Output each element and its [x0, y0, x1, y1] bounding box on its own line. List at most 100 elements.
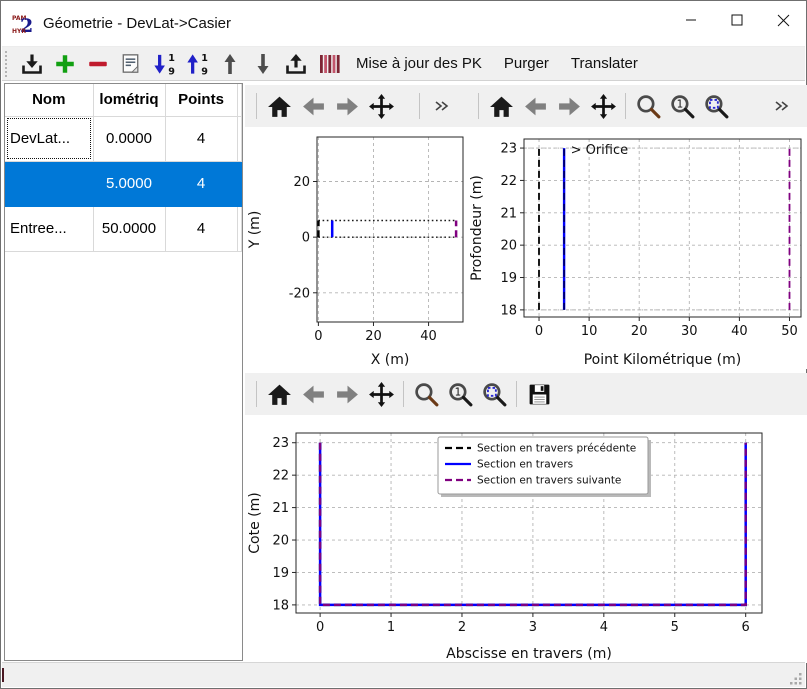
section-nav-toolbar: 1: [245, 373, 807, 415]
forward-icon: [335, 382, 360, 407]
svg-text:Section en travers: Section en travers: [477, 459, 573, 471]
table-cell[interactable]: 4: [165, 161, 237, 206]
toolbar-grip[interactable]: [5, 51, 11, 77]
maximize-button[interactable]: [714, 1, 760, 39]
pan-button[interactable]: [364, 89, 398, 123]
geometry-table-panel: NomlométriqPoints DevLat...0.000045.0000…: [4, 83, 243, 661]
forward-icon: [557, 94, 582, 119]
export-button[interactable]: [279, 48, 312, 79]
zoom-fit-icon: [481, 381, 508, 408]
back-button[interactable]: [296, 89, 330, 123]
close-button[interactable]: [760, 1, 806, 39]
home-button[interactable]: [262, 89, 296, 123]
plan-nav-toolbar: [245, 85, 467, 127]
forward-icon: [335, 94, 360, 119]
more-button[interactable]: [425, 89, 459, 123]
translater-button[interactable]: Translater: [560, 48, 649, 79]
table-cell-filler: [237, 161, 242, 206]
section-figure: 1 0123456181920212223Abscisse en travers…: [245, 373, 807, 663]
main-toolbar: 1 9 1 9: [2, 46, 805, 81]
svg-text:Cote (m): Cote (m): [247, 492, 263, 553]
back-button[interactable]: [518, 89, 552, 123]
column-header-2[interactable]: Points: [165, 84, 237, 116]
table-cell[interactable]: Entree...: [5, 206, 93, 251]
table-cell[interactable]: 50.0000: [93, 206, 165, 251]
table-cell[interactable]: DevLat...: [5, 116, 93, 161]
update-pk-button[interactable]: [312, 48, 345, 79]
more-button[interactable]: [765, 89, 799, 123]
forward-button[interactable]: [552, 89, 586, 123]
svg-text:23: 23: [500, 142, 517, 157]
table-row[interactable]: 5.00004: [5, 161, 242, 206]
plan-view-plot[interactable]: 02040-20020X (m)Y (m): [245, 127, 467, 369]
weir-icon: [317, 51, 341, 77]
svg-text:22: 22: [272, 469, 289, 484]
forward-button[interactable]: [330, 89, 364, 123]
table-row[interactable]: DevLat...0.00004: [5, 116, 242, 161]
sort-ascending-button[interactable]: 1 9: [147, 48, 180, 79]
table-cell[interactable]: 4: [165, 206, 237, 251]
back-button[interactable]: [296, 377, 330, 411]
move-up-button[interactable]: [213, 48, 246, 79]
edit-button[interactable]: [114, 48, 147, 79]
minimize-button[interactable]: [668, 1, 714, 39]
home-button[interactable]: [484, 89, 518, 123]
svg-text:X (m): X (m): [371, 352, 410, 368]
section-plot[interactable]: 0123456181920212223Abscisse en travers (…: [245, 415, 807, 663]
table-cell[interactable]: 0.0000: [93, 116, 165, 161]
svg-text:Abscisse en travers (m): Abscisse en travers (m): [446, 646, 612, 662]
table-row[interactable]: Entree...50.00004: [5, 206, 242, 251]
table-cell[interactable]: 4: [165, 116, 237, 161]
mise-a-jour-pk-button[interactable]: Mise à jour des PK: [345, 48, 493, 79]
table-cell[interactable]: [5, 161, 93, 206]
svg-text:0: 0: [316, 620, 324, 635]
svg-text:22: 22: [500, 174, 517, 189]
save-button[interactable]: [522, 377, 556, 411]
svg-text:6: 6: [742, 620, 750, 635]
svg-text:40: 40: [420, 329, 437, 344]
zoom-one-button[interactable]: 1: [665, 89, 699, 123]
status-bar: [2, 662, 805, 687]
purger-button[interactable]: Purger: [493, 48, 560, 79]
maximize-icon: [731, 14, 743, 26]
pan-button[interactable]: [364, 377, 398, 411]
svg-text:50: 50: [781, 324, 798, 339]
add-icon: [53, 52, 77, 76]
zoom-rect-button[interactable]: [631, 89, 665, 123]
home-button[interactable]: [262, 377, 296, 411]
table-cell-filler: [237, 206, 242, 251]
remove-icon: [86, 52, 110, 76]
back-icon: [523, 94, 548, 119]
column-header-0[interactable]: Nom: [5, 84, 93, 116]
save-icon: [527, 382, 552, 407]
move-down-icon: [251, 51, 275, 77]
add-button[interactable]: [48, 48, 81, 79]
window-controls: [668, 1, 806, 46]
profile-plot[interactable]: 01020304050181920212223Point Kilométriqu…: [467, 127, 807, 369]
svg-text:40: 40: [731, 324, 748, 339]
zoom-fit-button[interactable]: [699, 89, 733, 123]
resize-grip-icon[interactable]: [789, 671, 803, 685]
forward-button[interactable]: [330, 377, 364, 411]
sort-descending-button[interactable]: 1 9: [180, 48, 213, 79]
zoom-fit-button[interactable]: [477, 377, 511, 411]
svg-text:20: 20: [631, 324, 648, 339]
move-down-button[interactable]: [246, 48, 279, 79]
remove-button[interactable]: [81, 48, 114, 79]
column-header-1[interactable]: lométriq: [93, 84, 165, 116]
svg-text:1: 1: [201, 53, 208, 64]
pan-button[interactable]: [586, 89, 620, 123]
application-window: PAM 2 HYR Géometrie - DevLat->Casier: [0, 0, 807, 689]
zoom-one-button[interactable]: 1: [443, 377, 477, 411]
titlebar[interactable]: PAM 2 HYR Géometrie - DevLat->Casier: [1, 1, 806, 46]
svg-text:9: 9: [201, 66, 208, 76]
import-button[interactable]: [15, 48, 48, 79]
svg-text:21: 21: [272, 501, 289, 516]
zoom-rect-button[interactable]: [409, 377, 443, 411]
minimize-icon: [685, 14, 697, 26]
svg-text:HYR: HYR: [12, 28, 26, 34]
svg-text:Profondeur (m): Profondeur (m): [469, 175, 485, 281]
svg-text:30: 30: [681, 324, 698, 339]
table-cell[interactable]: 5.0000: [93, 161, 165, 206]
svg-text:0: 0: [535, 324, 543, 339]
